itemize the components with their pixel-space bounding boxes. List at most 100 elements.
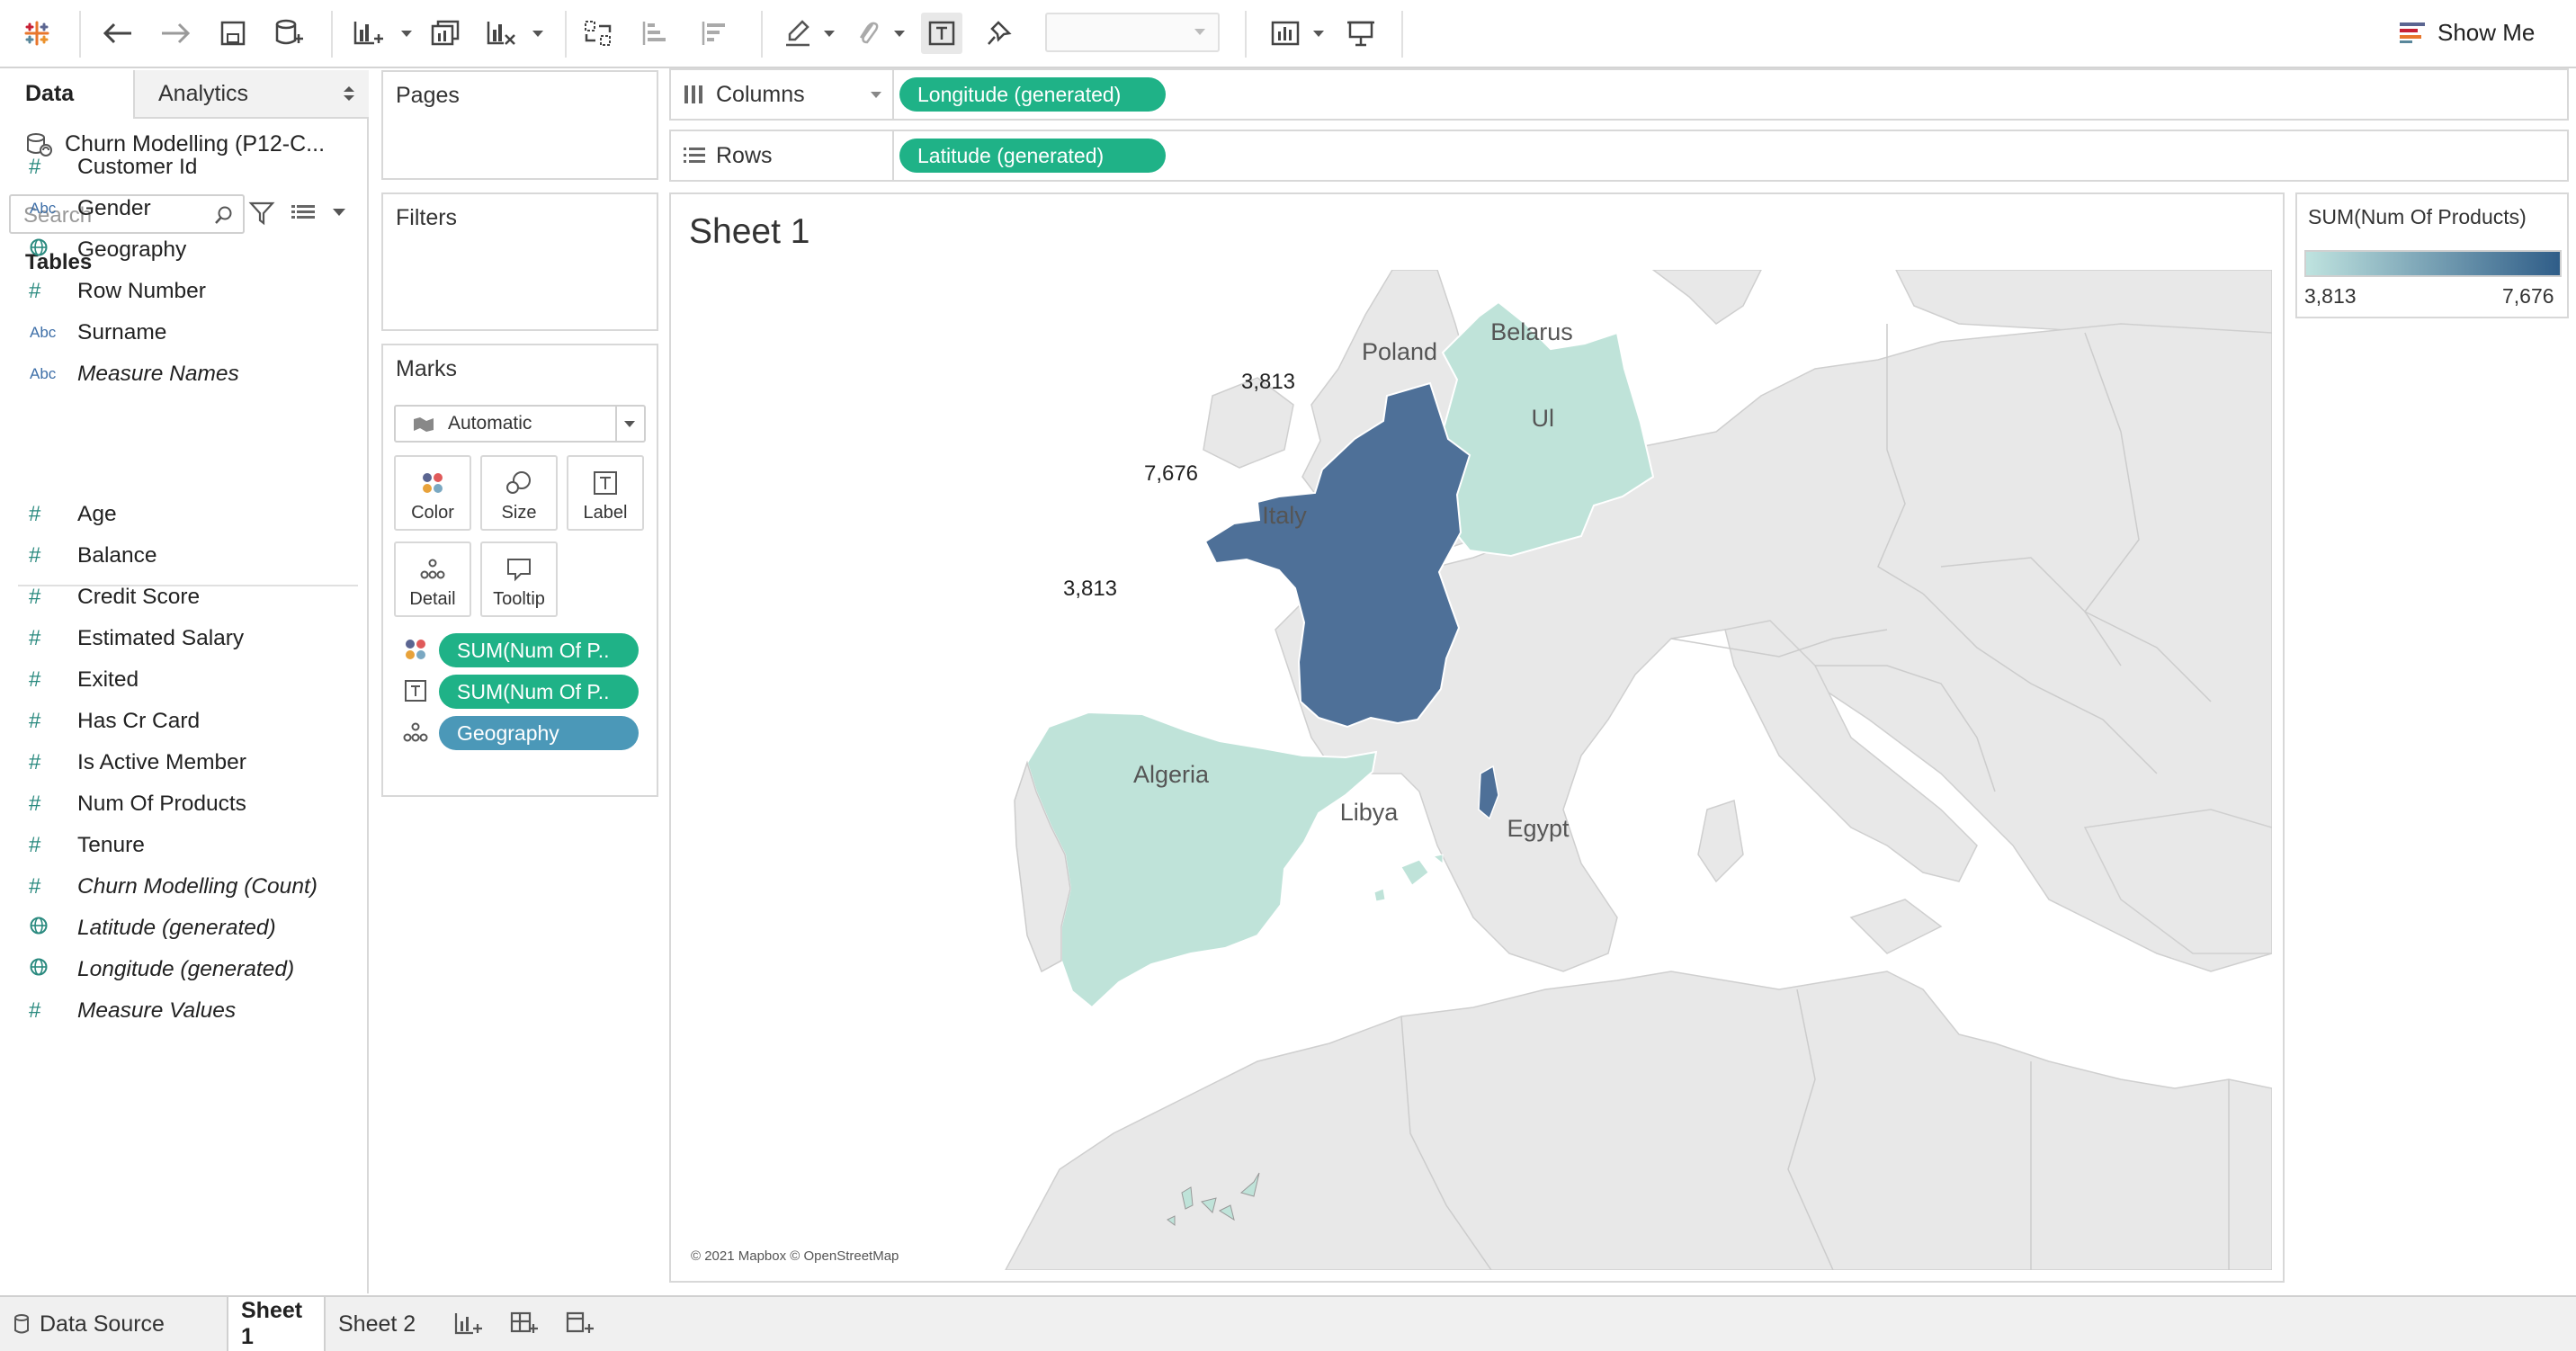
field-item[interactable]: Latitude (generated) (0, 910, 360, 946)
field-item[interactable]: # Num Of Products (0, 786, 360, 822)
number-type-icon: # (29, 833, 41, 857)
tab-data-source-label: Data Source (40, 1311, 165, 1337)
rows-shelf[interactable]: Rows Latitude (generated) (669, 130, 2569, 182)
field-item[interactable]: Geography (0, 232, 360, 268)
number-type-icon: # (29, 626, 41, 650)
number-type-icon: # (29, 998, 41, 1023)
size-button-label: Size (501, 503, 537, 523)
field-item[interactable]: # Credit Score (0, 579, 360, 615)
field-item[interactable]: Abc Measure Names (0, 356, 360, 392)
color-pill[interactable]: SUM(Num Of P.. (439, 633, 639, 667)
latitude-pill[interactable]: Latitude (generated) (899, 139, 1166, 173)
detail-button[interactable]: Detail (394, 541, 471, 617)
color-encoding-icon (403, 637, 428, 662)
mark-type-dropdown[interactable]: Automatic (394, 405, 646, 443)
detail-pill[interactable]: Geography (439, 716, 639, 750)
number-type-icon: # (29, 667, 41, 692)
string-type-icon: Abc (30, 200, 57, 217)
sort-ascending-icon[interactable] (635, 13, 676, 54)
label-pill[interactable]: SUM(Num Of P.. (439, 675, 639, 709)
new-worksheet-caret-icon[interactable] (401, 31, 412, 37)
label-encoding-icon (403, 678, 428, 703)
legend-title: SUM(Num Of Products) (2308, 205, 2527, 228)
tab-data[interactable]: Data (0, 70, 133, 119)
new-datasource-icon[interactable] (268, 13, 309, 54)
columns-icon (684, 85, 702, 103)
mark-type-label: Automatic (448, 413, 532, 434)
field-item[interactable]: Longitude (generated) (0, 952, 360, 988)
field-item[interactable]: # Tenure (0, 828, 360, 863)
field-name: Has Cr Card (77, 709, 201, 733)
label-icon (594, 471, 617, 495)
show-hide-cards-icon[interactable] (1265, 13, 1306, 54)
tab-analytics[interactable]: Analytics (133, 70, 369, 119)
new-worksheet-icon[interactable] (347, 13, 389, 54)
field-name: Measure Values (77, 998, 237, 1023)
size-button[interactable]: Size (480, 455, 558, 531)
tooltip-button[interactable]: Tooltip (480, 541, 558, 617)
tab-data-source[interactable]: Data Source (0, 1297, 227, 1351)
field-item[interactable]: # Is Active Member (0, 745, 360, 781)
tooltip-button-label: Tooltip (493, 589, 545, 609)
number-type-icon: # (29, 279, 41, 303)
fit-dropdown[interactable] (1045, 13, 1220, 52)
field-item[interactable]: # Churn Modelling (Count) (0, 869, 360, 905)
toolbar: Show Me (0, 0, 2576, 68)
field-item[interactable]: # Customer Id (0, 149, 360, 185)
swap-rows-columns-icon[interactable] (577, 13, 619, 54)
highlight-icon[interactable] (777, 13, 818, 54)
new-worksheet-tab-icon[interactable] (441, 1297, 495, 1351)
show-mark-labels-icon[interactable] (921, 13, 962, 54)
clear-sheet-caret-icon[interactable] (532, 31, 543, 37)
show-hide-cards-caret-icon[interactable] (1313, 31, 1324, 37)
columns-shelf-label: Columns (671, 70, 894, 119)
geographic-type-icon (0, 957, 77, 982)
field-item[interactable]: Abc Surname (0, 315, 360, 351)
sort-descending-icon[interactable] (694, 13, 736, 54)
filters-card[interactable]: Filters (381, 192, 658, 331)
field-name: Measure Names (77, 362, 239, 386)
clear-sheet-icon[interactable] (480, 13, 522, 54)
group-members-caret-icon[interactable] (894, 31, 905, 37)
show-me-button[interactable]: Show Me (2400, 13, 2535, 52)
label-button-label: Label (583, 503, 628, 523)
legend-max-value: 7,676 (2502, 284, 2554, 308)
pages-card-title: Pages (396, 83, 460, 108)
field-item[interactable]: # Exited (0, 662, 360, 698)
field-item[interactable]: # Measure Values (0, 993, 360, 1029)
field-item[interactable]: # Balance (0, 538, 360, 574)
duplicate-sheet-icon[interactable] (425, 13, 466, 54)
field-item[interactable]: # Row Number (0, 273, 360, 309)
tab-sheet-2[interactable]: Sheet 2 (326, 1297, 430, 1351)
map-attribution[interactable]: © 2021 Mapbox © OpenStreetMap (691, 1248, 899, 1264)
fix-axes-pin-icon[interactable] (979, 13, 1020, 54)
field-item[interactable]: # Estimated Salary (0, 621, 360, 657)
columns-caret-icon (871, 92, 881, 98)
label-button[interactable]: Label (567, 455, 644, 531)
longitude-pill[interactable]: Longitude (generated) (899, 77, 1166, 112)
new-dashboard-tab-icon[interactable] (496, 1297, 550, 1351)
new-story-tab-icon[interactable] (552, 1297, 606, 1351)
field-name: Latitude (generated) (77, 916, 276, 940)
field-item[interactable]: Abc Gender (0, 191, 360, 227)
columns-shelf[interactable]: Columns Longitude (generated) (669, 68, 2569, 121)
undo-icon[interactable] (97, 13, 139, 54)
highlight-caret-icon[interactable] (824, 31, 835, 37)
tab-sheet-1[interactable]: Sheet 1 (227, 1297, 326, 1351)
presentation-mode-icon[interactable] (1340, 13, 1382, 54)
color-button[interactable]: Color (394, 455, 471, 531)
field-item[interactable]: # Age (0, 497, 360, 532)
group-members-icon[interactable] (847, 13, 889, 54)
field-item[interactable]: # Has Cr Card (0, 703, 360, 739)
tableau-logo-icon[interactable] (16, 13, 58, 54)
redo-icon[interactable] (155, 13, 196, 54)
pages-card[interactable]: Pages (381, 70, 658, 180)
field-name: Gender (77, 196, 151, 220)
number-type-icon: # (29, 874, 41, 899)
save-icon[interactable] (212, 13, 254, 54)
legend-min-value: 3,813 (2304, 284, 2357, 308)
rows-icon (684, 148, 705, 163)
field-name: Exited (77, 667, 139, 692)
sheet-title[interactable]: Sheet 1 (689, 212, 809, 252)
map-view[interactable]: 3,813 7,676 3,813 Poland Belarus Italy A… (682, 270, 2272, 1270)
